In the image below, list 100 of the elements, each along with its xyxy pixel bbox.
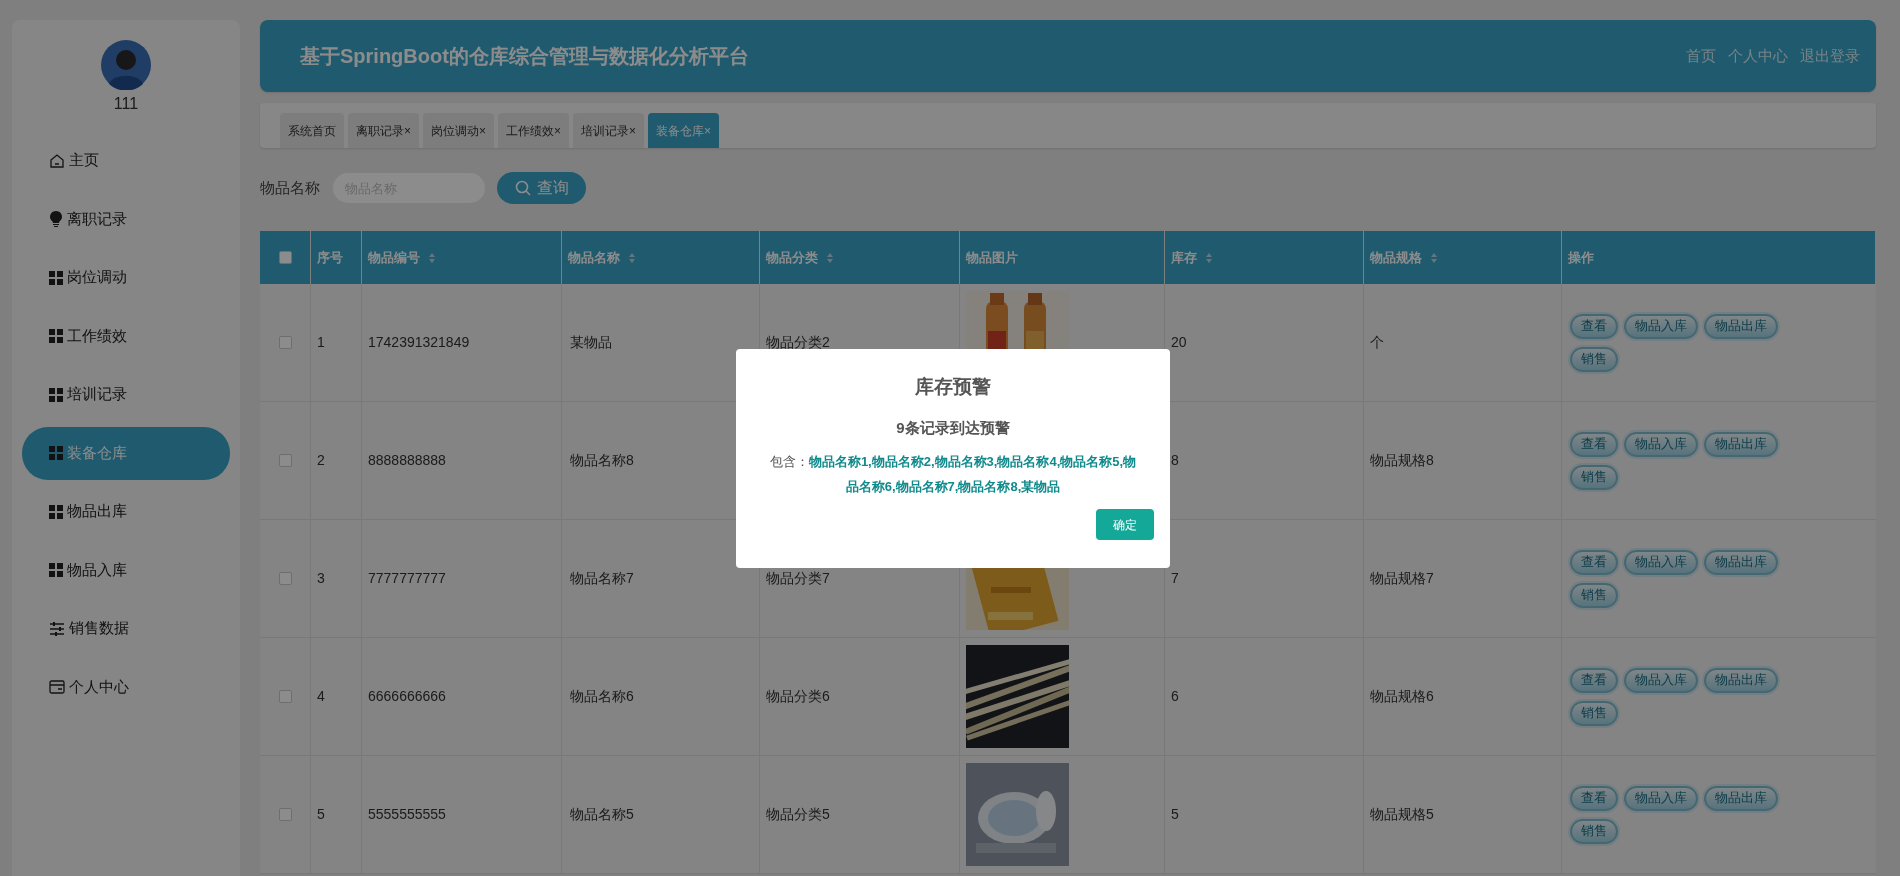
- sidebar-item[interactable]: 岗位调动: [22, 251, 230, 304]
- action-button[interactable]: 销售: [1570, 700, 1618, 726]
- checkbox[interactable]: [278, 572, 292, 585]
- tab[interactable]: 岗位调动×: [423, 113, 495, 148]
- sidebar-item[interactable]: 销售数据: [22, 602, 230, 655]
- column-header: 物品图片: [966, 248, 1018, 267]
- close-button[interactable]: ×: [479, 121, 487, 140]
- column-header: 序号: [317, 248, 343, 267]
- sidebar-item[interactable]: 物品出库: [22, 485, 230, 538]
- action-button[interactable]: 物品入库: [1624, 667, 1698, 693]
- column-header: 物品编号: [368, 248, 420, 267]
- tab[interactable]: 工作绩效×: [498, 113, 570, 148]
- table-cell-text: 20: [1171, 333, 1187, 352]
- header-link[interactable]: 退出登录: [1800, 44, 1860, 68]
- table-cell-text: 物品规格6: [1370, 687, 1434, 706]
- grid-icon: [49, 387, 63, 402]
- table-cell-text: 7777777777: [368, 569, 446, 588]
- table-cell-text: 个: [1370, 333, 1384, 352]
- table-cell-text: 物品名称7: [570, 569, 634, 588]
- sidebar-item[interactable]: 培训记录: [22, 368, 230, 421]
- tab[interactable]: 离职记录×: [348, 113, 419, 148]
- table-cell-text: 物品分类5: [766, 805, 830, 824]
- action-button[interactable]: 查看: [1570, 785, 1618, 811]
- tab[interactable]: 装备仓库×: [648, 113, 720, 148]
- sidebar-item[interactable]: 主页: [22, 134, 230, 187]
- action-button[interactable]: 查看: [1570, 549, 1618, 575]
- dialog-subtitle: 9条记录到达预警: [896, 417, 1010, 438]
- table-cell-text: 物品规格5: [1370, 805, 1434, 824]
- action-button[interactable]: 销售: [1570, 818, 1618, 844]
- sidebar-item[interactable]: 物品入库: [22, 543, 230, 597]
- confirm-button[interactable]: 确定: [1096, 509, 1154, 540]
- table-cell-text: 物品名称6: [570, 687, 634, 706]
- table-cell-text: 5: [317, 805, 325, 824]
- sort-icon[interactable]: [628, 251, 636, 264]
- sidebar-item[interactable]: 装备仓库: [22, 426, 230, 480]
- sort-icon[interactable]: [826, 251, 834, 264]
- dialog-title: 库存预警: [915, 375, 991, 399]
- sidebar-item[interactable]: 离职记录: [22, 192, 230, 246]
- table-cell-text: 4: [317, 687, 325, 706]
- action-button[interactable]: 物品入库: [1624, 549, 1698, 575]
- column-header: 物品规格: [1370, 248, 1422, 267]
- action-button[interactable]: 物品入库: [1624, 785, 1698, 811]
- header-link[interactable]: 个人中心: [1728, 44, 1788, 68]
- grid-icon: [49, 504, 63, 519]
- table-cell-text: 1742391321849: [368, 333, 470, 352]
- action-button[interactable]: 物品入库: [1624, 313, 1698, 339]
- action-button[interactable]: 物品出库: [1704, 313, 1778, 339]
- table-cell-text: 物品规格8: [1370, 451, 1434, 470]
- table-cell-text: 1: [317, 333, 325, 352]
- checkbox[interactable]: [278, 336, 292, 349]
- action-button[interactable]: 物品出库: [1704, 785, 1778, 811]
- table-cell-text: 8: [1171, 451, 1179, 470]
- table-cell-text: 物品规格7: [1370, 569, 1434, 588]
- sidebar-item[interactable]: 个人中心: [22, 660, 230, 714]
- sort-icon[interactable]: [428, 251, 436, 264]
- search-button[interactable]: 查询: [497, 172, 586, 204]
- sort-icon[interactable]: [1430, 251, 1438, 264]
- close-button[interactable]: ×: [554, 121, 562, 140]
- checkbox[interactable]: [278, 454, 292, 467]
- action-button[interactable]: 查看: [1570, 431, 1618, 457]
- checkbox[interactable]: [278, 808, 292, 821]
- sliders-icon: [49, 621, 65, 636]
- grid-icon: [49, 563, 63, 577]
- tab[interactable]: 系统首页: [280, 113, 344, 148]
- action-button[interactable]: 查看: [1570, 667, 1618, 693]
- close-button[interactable]: ×: [629, 121, 637, 140]
- close-button[interactable]: ×: [404, 121, 411, 140]
- action-button[interactable]: 查看: [1570, 313, 1618, 339]
- checkbox[interactable]: [278, 251, 292, 264]
- table-cell-text: 3: [317, 569, 325, 588]
- tab[interactable]: 培训记录×: [573, 113, 645, 148]
- action-button[interactable]: 物品出库: [1704, 549, 1778, 575]
- sort-icon[interactable]: [1205, 251, 1213, 264]
- sidebar-item[interactable]: 工作绩效: [22, 309, 230, 363]
- action-button[interactable]: 物品入库: [1624, 431, 1698, 457]
- action-button[interactable]: 销售: [1570, 464, 1618, 490]
- column-header: 物品分类: [766, 248, 818, 267]
- action-button[interactable]: 销售: [1570, 582, 1618, 608]
- column-header: 库存: [1171, 248, 1197, 267]
- table-cell-text: 物品分类6: [766, 687, 830, 706]
- avatar: [101, 40, 151, 90]
- table-cell-text: 物品名称5: [570, 805, 634, 824]
- lightbulb-icon: [49, 211, 63, 227]
- card-icon: [49, 680, 65, 694]
- header-link[interactable]: 首页: [1686, 44, 1716, 68]
- action-button[interactable]: 销售: [1570, 346, 1618, 372]
- username: 111: [113, 94, 139, 114]
- table-cell-text: 物品名称8: [570, 451, 634, 470]
- action-button[interactable]: 物品出库: [1704, 431, 1778, 457]
- search-label: 物品名称: [260, 177, 321, 198]
- action-button[interactable]: 物品出库: [1704, 667, 1778, 693]
- grid-icon: [49, 270, 63, 285]
- table-cell-text: 2: [317, 451, 325, 470]
- search-icon: [514, 180, 531, 196]
- dialog-message: 包含：物品名称1,物品名称2,物品名称3,物品名称4,物品名称5,物品名称6,物品名称7,物品名称8,某物品: [768, 453, 1138, 496]
- site-title: 基于SpringBoot的仓库综合管理与数据化分析平台: [300, 44, 749, 69]
- close-button[interactable]: ×: [704, 121, 712, 140]
- checkbox[interactable]: [278, 690, 292, 703]
- column-header: 物品名称: [568, 248, 620, 267]
- home-icon: [49, 152, 65, 169]
